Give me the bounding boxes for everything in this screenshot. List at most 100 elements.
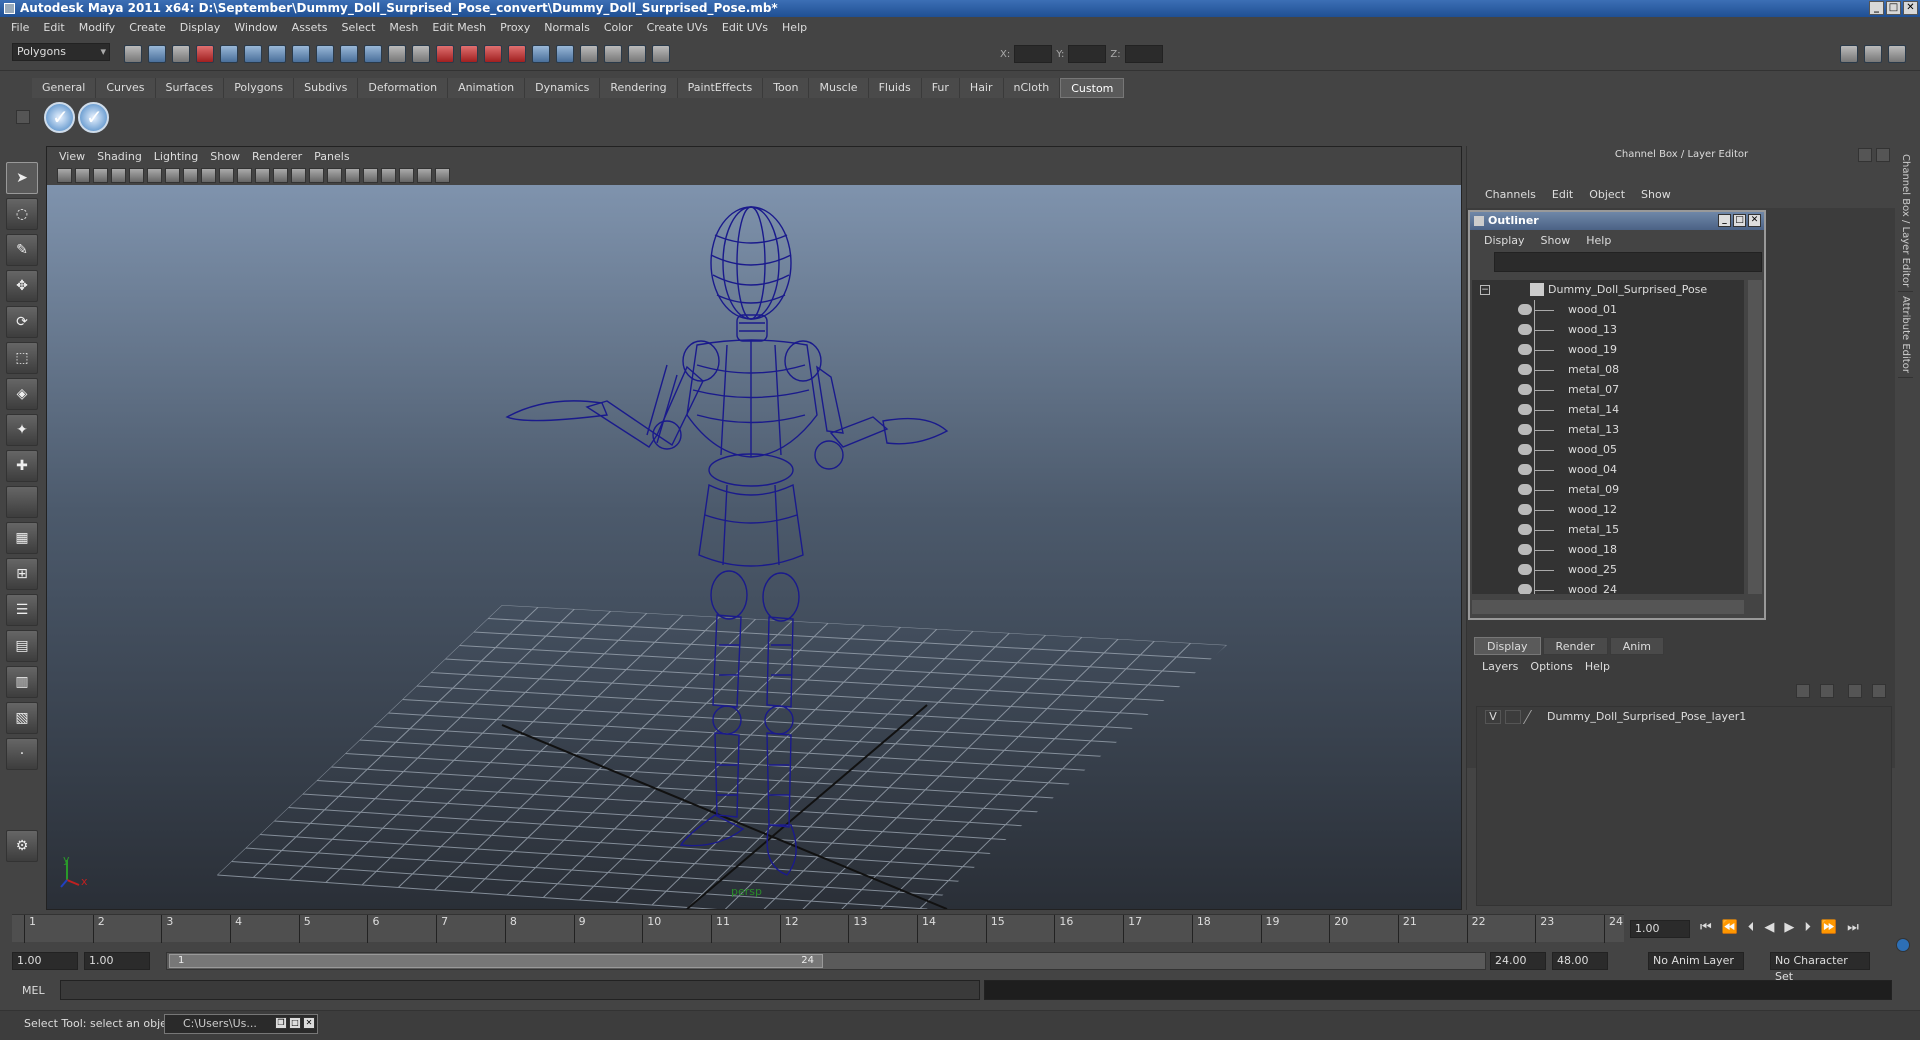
minimized-window-button[interactable]: C:\Users\Us... ❐ □ ✕: [164, 1014, 318, 1034]
viewport-menu-view[interactable]: View: [53, 150, 91, 163]
xray-icon[interactable]: [399, 167, 414, 183]
z-field[interactable]: [1124, 45, 1163, 63]
lasso-tool-icon[interactable]: ◌: [6, 198, 38, 230]
textured-icon[interactable]: [309, 167, 324, 183]
toggle-tool-settings-icon[interactable]: [1864, 45, 1882, 63]
layer-menu-help[interactable]: Help: [1579, 660, 1616, 673]
layer-menu-options[interactable]: Options: [1524, 660, 1578, 673]
scale-tool-icon[interactable]: ⬚: [6, 342, 38, 374]
shelf-tab-general[interactable]: General: [32, 78, 97, 98]
list-item[interactable]: wood_05: [1472, 440, 1744, 460]
list-item[interactable]: wood_12: [1472, 500, 1744, 520]
side-tab-channel-box[interactable]: Channel Box / Layer Editor: [1898, 150, 1913, 293]
shelf-tab-fluids[interactable]: Fluids: [868, 78, 922, 98]
more-layouts-icon[interactable]: ·: [6, 738, 38, 770]
list-item[interactable]: wood_04: [1472, 460, 1744, 480]
shelf-check-icon-1[interactable]: [44, 102, 75, 133]
layout-custom-icon[interactable]: ▧: [6, 702, 38, 734]
move-tool-icon[interactable]: ✥: [6, 270, 38, 302]
list-item[interactable]: metal_13: [1472, 420, 1744, 440]
layout-four-icon[interactable]: ⊞: [6, 558, 38, 590]
image-plane-icon[interactable]: [111, 167, 126, 183]
outliner-maximize-button[interactable]: □: [1733, 214, 1746, 227]
outliner-close-button[interactable]: ✕: [1748, 214, 1761, 227]
bookmark-icon[interactable]: [93, 167, 108, 183]
list-item[interactable]: metal_14: [1472, 400, 1744, 420]
menu-normals[interactable]: Normals: [537, 21, 597, 34]
layout-graph-icon[interactable]: ▤: [6, 630, 38, 662]
shadows-icon[interactable]: [363, 167, 378, 183]
last-tool-icon[interactable]: [6, 486, 38, 518]
snap-plane-icon[interactable]: [340, 45, 358, 63]
safe-title-icon[interactable]: [237, 167, 252, 183]
step-forward-frame-icon[interactable]: ⏵: [1804, 920, 1811, 935]
show-editor-icon[interactable]: [580, 45, 598, 63]
transform-icon[interactable]: [652, 45, 670, 63]
shelf-tab-surfaces[interactable]: Surfaces: [155, 78, 225, 98]
layer-color-swatch[interactable]: [1522, 710, 1548, 724]
step-back-frame-icon[interactable]: ⏴: [1748, 920, 1755, 935]
layer-type-toggle[interactable]: [1505, 710, 1521, 724]
move-layer-down-icon[interactable]: [1820, 684, 1834, 698]
menu-modify[interactable]: Modify: [72, 21, 122, 34]
menu-assets[interactable]: Assets: [285, 21, 335, 34]
command-language-label[interactable]: MEL: [22, 984, 45, 997]
smooth-shade-icon[interactable]: [273, 167, 288, 183]
start-time-field[interactable]: 1.00: [12, 952, 78, 970]
step-back-key-icon[interactable]: ⏪: [1722, 920, 1738, 935]
outliner-menu-show[interactable]: Show: [1533, 234, 1579, 247]
menu-create[interactable]: Create: [122, 21, 173, 34]
maximize-icon[interactable]: □: [289, 1017, 301, 1029]
x-field[interactable]: [1014, 45, 1053, 63]
gate-mask-icon[interactable]: [183, 167, 198, 183]
maximize-button[interactable]: □: [1886, 1, 1901, 15]
menu-file[interactable]: File: [4, 21, 36, 34]
camera-attr-icon[interactable]: [75, 167, 90, 183]
shelf-tab-curves[interactable]: Curves: [96, 78, 156, 98]
shelf-tab-ncloth[interactable]: nCloth: [1003, 78, 1061, 98]
menu-edit[interactable]: Edit: [36, 21, 71, 34]
menu-edit-mesh[interactable]: Edit Mesh: [425, 21, 493, 34]
move-layer-up-icon[interactable]: [1796, 684, 1810, 698]
viewport-menu-shading[interactable]: Shading: [91, 150, 148, 163]
tab-display[interactable]: Display: [1474, 637, 1541, 655]
end-time-field[interactable]: 48.00: [1552, 952, 1608, 970]
outliner-horizontal-scrollbar[interactable]: [1472, 600, 1744, 614]
menu-proxy[interactable]: Proxy: [493, 21, 537, 34]
isolate-select-icon[interactable]: [381, 167, 396, 183]
hypershade-icon[interactable]: [508, 45, 526, 63]
list-item[interactable]: wood_25: [1472, 560, 1744, 580]
outliner-minimize-button[interactable]: _: [1718, 214, 1731, 227]
menu-help[interactable]: Help: [775, 21, 814, 34]
list-item[interactable]: wood_24: [1472, 580, 1744, 594]
character-set-dropdown[interactable]: No Character Set: [1770, 952, 1870, 983]
menu-set-dropdown[interactable]: Polygons: [12, 43, 110, 61]
film-gate-icon[interactable]: [147, 167, 162, 183]
select-component-icon[interactable]: [244, 45, 262, 63]
make-live-icon[interactable]: [364, 45, 382, 63]
collapse-icon[interactable]: −: [1480, 285, 1490, 295]
list-item[interactable]: wood_13: [1472, 320, 1744, 340]
all-lights-icon[interactable]: [345, 167, 360, 183]
show-manip-icon[interactable]: ✚: [6, 450, 38, 482]
snap-grid-icon[interactable]: [268, 45, 286, 63]
field-chart-icon[interactable]: [201, 167, 216, 183]
viewport-menu-panels[interactable]: Panels: [308, 150, 355, 163]
go-to-end-icon[interactable]: ⏭: [1847, 920, 1859, 935]
select-tool-icon[interactable]: ➤: [6, 162, 38, 194]
time-slider[interactable]: 1 2 3 4 5 6 7 8 9 10 11 12 13 14 15 16 17 18 19 20 21 22 23 24: [12, 914, 1624, 943]
current-frame-field[interactable]: 1.00: [1630, 920, 1690, 938]
shelf-check-icon-2[interactable]: [78, 102, 109, 133]
playback-start-field[interactable]: 1.00: [84, 952, 150, 970]
toggle-channel-box-icon[interactable]: [1888, 45, 1906, 63]
tab-render[interactable]: Render: [1542, 637, 1608, 655]
close-button[interactable]: ✕: [1903, 1, 1918, 15]
close-icon[interactable]: ✕: [303, 1017, 315, 1029]
shelf-tab-polygons[interactable]: Polygons: [224, 78, 295, 98]
channel-box-menu-edit[interactable]: Edit: [1546, 188, 1579, 201]
side-tab-attribute-editor[interactable]: Attribute Editor: [1898, 292, 1913, 379]
channel-box-menu-show[interactable]: Show: [1635, 188, 1677, 201]
shelf-tab-muscle[interactable]: Muscle: [809, 78, 869, 98]
wire-on-shaded-icon[interactable]: [291, 167, 306, 183]
resolution-gate-icon[interactable]: [165, 167, 180, 183]
